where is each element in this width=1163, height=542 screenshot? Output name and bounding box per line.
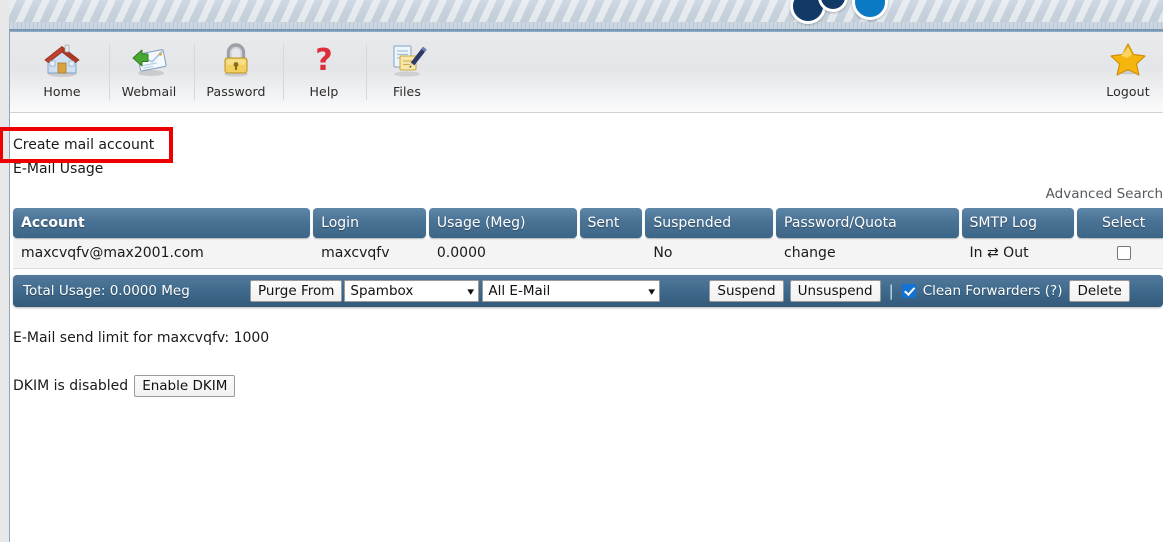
purge-scope-value: All E-Mail — [488, 283, 551, 299]
cell-password-quota[interactable]: change — [776, 238, 959, 268]
toolbar-label-help: Help — [309, 84, 339, 99]
chevron-down-icon: ▾ — [648, 284, 656, 298]
mail-accounts-table: Account Login Usage (Meg) Sent Suspended… — [13, 208, 1163, 269]
clean-forwarders-label[interactable]: Clean Forwarders (?) — [923, 283, 1063, 299]
envelope-icon — [128, 39, 170, 81]
table-row: maxcvqfv@max2001.com maxcvqfv 0.0000 No … — [13, 238, 1163, 269]
column-header-password-quota[interactable]: Password/Quota — [776, 208, 959, 238]
send-limit-text: E-Mail send limit for maxcvqfv: 1000 — [13, 330, 270, 346]
toolbar-separator-1 — [109, 44, 110, 100]
toolbar-item-home[interactable]: Home — [24, 32, 100, 112]
suspend-button[interactable]: Suspend — [709, 279, 784, 303]
toolbar-item-files[interactable]: Files — [369, 32, 445, 112]
toolbar-item-webmail[interactable]: Webmail — [111, 32, 187, 112]
total-usage-label: Total Usage: 0.0000 Meg — [23, 283, 190, 299]
purge-from-button[interactable]: Purge From — [250, 279, 343, 303]
unsuspend-button[interactable]: Unsuspend — [789, 279, 881, 303]
annotation-highlight-box — [0, 127, 173, 163]
column-header-login[interactable]: Login — [313, 208, 426, 238]
toolbar-item-help[interactable]: ? Help — [286, 32, 362, 112]
padlock-icon — [215, 39, 257, 81]
toolbar-label-password: Password — [206, 84, 266, 99]
purge-folder-value: Spambox — [350, 283, 414, 299]
cell-select — [1077, 238, 1163, 268]
row-select-checkbox[interactable] — [1116, 246, 1131, 260]
cell-usage: 0.0000 — [436, 245, 486, 261]
dkim-status-text: DKIM is disabled — [13, 378, 129, 395]
column-header-sent[interactable]: Sent — [579, 208, 643, 238]
diagonal-stripe-pattern — [9, 0, 1163, 22]
cell-suspended: No — [653, 245, 673, 261]
delete-button[interactable]: Delete — [1069, 279, 1130, 303]
column-header-smtp-log[interactable]: SMTP Log — [961, 208, 1075, 238]
toolbar-label-files: Files — [393, 84, 421, 99]
clean-forwarders-checkbox[interactable] — [901, 284, 916, 298]
purge-scope-select[interactable]: All E-Mail ▾ — [482, 280, 661, 302]
star-icon — [1107, 39, 1149, 81]
toolbar-item-password[interactable]: Password — [198, 32, 274, 112]
action-divider: | — [888, 282, 894, 300]
cell-login: maxcvqfv — [321, 245, 390, 261]
toolbar-separator-3 — [283, 44, 284, 100]
toolbar-label-webmail: Webmail — [121, 84, 177, 99]
chevron-down-icon: ▾ — [467, 284, 475, 298]
advanced-search-link[interactable]: Advanced Search — [1046, 186, 1163, 202]
documents-pen-icon — [386, 39, 428, 81]
column-header-usage[interactable]: Usage (Meg) — [428, 208, 577, 238]
question-mark-icon: ? — [303, 39, 345, 81]
toolbar-label-home: Home — [43, 84, 81, 99]
home-icon — [41, 39, 83, 81]
cell-sent — [580, 238, 643, 268]
top-decorative-band — [9, 0, 1163, 32]
email-usage-heading: E-Mail Usage — [13, 161, 104, 177]
site-logo — [790, 0, 900, 26]
main-toolbar: Home Webmail Password ? Help Files Logou… — [10, 32, 1163, 113]
toolbar-item-logout[interactable]: Logout — [1090, 32, 1163, 112]
table-header-row: Account Login Usage (Meg) Sent Suspended… — [13, 208, 1163, 238]
svg-text:?: ? — [315, 43, 332, 78]
toolbar-separator-4 — [366, 44, 367, 100]
dkim-row: DKIM is disabled Enable DKIM — [13, 375, 236, 398]
purge-folder-select[interactable]: Spambox ▾ — [344, 280, 480, 302]
column-header-account[interactable]: Account — [13, 208, 311, 238]
cell-smtp-log[interactable]: In ⇄ Out — [962, 238, 1075, 268]
toolbar-label-logout: Logout — [1106, 84, 1150, 99]
cell-account: maxcvqfv@max2001.com — [21, 245, 204, 261]
toolbar-separator-2 — [194, 44, 195, 100]
enable-dkim-button[interactable]: Enable DKIM — [134, 375, 236, 398]
column-header-select[interactable]: Select — [1077, 208, 1163, 238]
logo-circle-blue — [852, 0, 888, 20]
action-bar: Total Usage: 0.0000 Meg Purge From Spamb… — [13, 275, 1163, 307]
column-header-suspended[interactable]: Suspended — [645, 208, 774, 238]
